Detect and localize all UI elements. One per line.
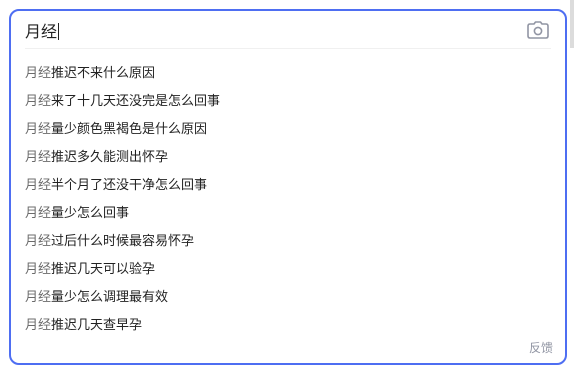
input-divider: [25, 48, 551, 49]
search-suggestion-box: 月经 月经推迟不来什么原因 月经来了十几天还没完是怎么回事 月经量少颜色黑褐色是什么…: [9, 9, 567, 365]
suggestion-text: 来了十几天还没完是怎么回事: [51, 94, 221, 109]
suggestion-item[interactable]: 月经推迟几天可以验孕: [11, 256, 565, 284]
suggestion-item[interactable]: 月经量少颜色黑褐色是什么原因: [11, 116, 565, 144]
suggestion-list: 月经推迟不来什么原因 月经来了十几天还没完是怎么回事 月经量少颜色黑褐色是什么原因月…: [11, 60, 565, 340]
suggestion-item[interactable]: 月经量少怎么回事: [11, 200, 565, 228]
suggestion-text: 量少怎么回事: [51, 206, 130, 221]
suggestion-prefix: 月经: [25, 290, 52, 305]
suggestion-prefix: 月经: [25, 262, 52, 277]
suggestion-prefix: 月经: [25, 206, 52, 221]
search-query-text: 月经: [25, 22, 58, 41]
suggestion-prefix: 月经: [25, 318, 52, 333]
suggestion-prefix: 月经: [25, 234, 52, 249]
suggestion-item[interactable]: 月经推迟不来什么原因: [11, 60, 565, 88]
suggestion-prefix: 月经: [25, 94, 52, 109]
suggestion-prefix: 月经: [25, 122, 52, 137]
suggestion-item[interactable]: 月经量少怎么调理最有效: [11, 284, 565, 312]
suggestion-prefix: 月经: [25, 178, 52, 193]
suggestion-item[interactable]: 月经推迟几天查早孕: [11, 312, 565, 340]
suggestion-text: 推迟不来什么原因: [51, 66, 156, 81]
suggestion-prefix: 月经: [25, 150, 52, 165]
text-caret: [58, 23, 60, 40]
search-input-row[interactable]: 月经: [11, 11, 565, 49]
suggestion-text: 量少颜色黑褐色是什么原因: [51, 122, 208, 137]
suggestion-item[interactable]: 月经半个月了还没干净怎么回事: [11, 172, 565, 200]
suggestion-prefix: 月经: [25, 66, 52, 81]
suggestion-text: 过后什么时候最容易怀孕: [51, 234, 195, 249]
suggestion-text: 推迟几天查早孕: [51, 318, 143, 333]
search-input[interactable]: 月经: [25, 21, 60, 43]
camera-icon[interactable]: [527, 21, 549, 39]
suggestion-text: 量少怎么调理最有效: [51, 290, 169, 305]
suggestion-text: 推迟多久能测出怀孕: [51, 150, 169, 165]
suggestion-item[interactable]: 月经过后什么时候最容易怀孕: [11, 228, 565, 256]
page-scrollbar: [570, 0, 574, 48]
suggestion-item[interactable]: 月经推迟多久能测出怀孕: [11, 144, 565, 172]
camera-icon-graphic: [527, 21, 549, 39]
suggestion-text: 半个月了还没干净怎么回事: [51, 178, 208, 193]
suggestion-text: 推迟几天可以验孕: [51, 262, 156, 277]
suggestion-item[interactable]: 月经来了十几天还没完是怎么回事: [11, 88, 565, 116]
feedback-link[interactable]: 反馈: [529, 340, 553, 356]
